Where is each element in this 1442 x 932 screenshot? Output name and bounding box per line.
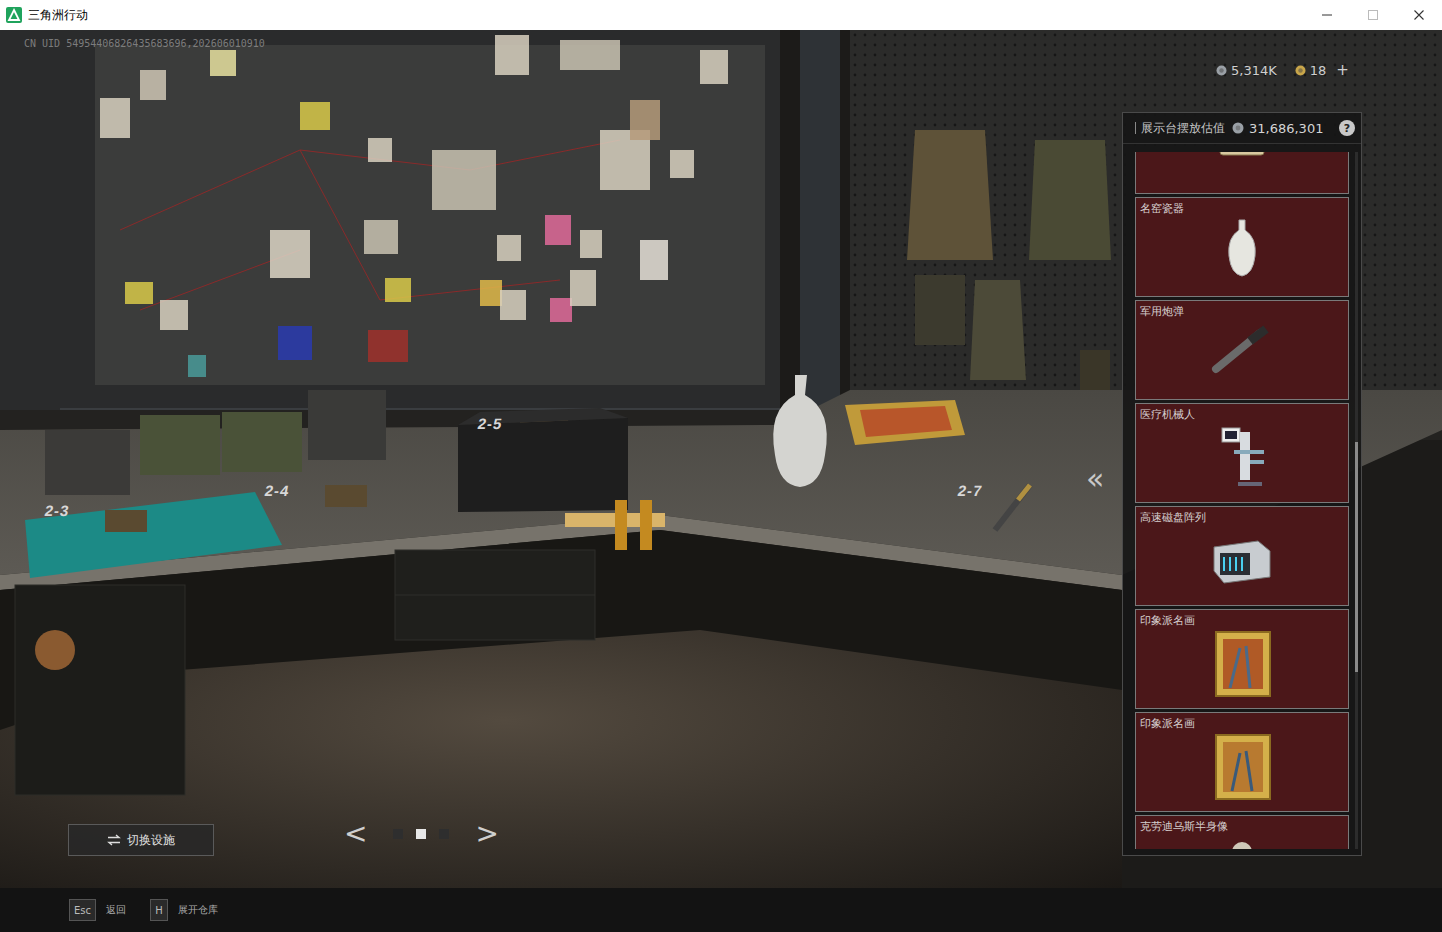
gold-coin-icon [1295, 65, 1306, 76]
item-name: 印象派名画 [1140, 613, 1195, 628]
item-name: 克劳迪乌斯半身像 [1140, 819, 1228, 834]
display-value-panel: 展示台摆放估值 31,686,301? 名窑瓷器军用炮弹医疗机械人高速磁盘阵列印象派… [1122, 112, 1362, 856]
display-item-card[interactable] [1135, 152, 1349, 194]
collapse-panel-button[interactable]: « [1086, 464, 1104, 494]
maximize-button[interactable] [1350, 0, 1396, 30]
item-list-viewport: 名窑瓷器军用炮弹医疗机械人高速磁盘阵列印象派名画印象派名画克劳迪乌斯半身像 [1135, 152, 1349, 849]
pegboard [800, 30, 1442, 430]
key-action-label: 展开仓库 [178, 903, 218, 917]
display-item-card[interactable]: 名窑瓷器 [1135, 197, 1349, 297]
panel-value: 31,686,301 [1249, 121, 1334, 136]
scrollbar-thumb[interactable] [1355, 442, 1358, 672]
previous-page-button[interactable]: < [344, 820, 367, 848]
panel-body: 名窑瓷器军用炮弹医疗机械人高速磁盘阵列印象派名画印象派名画克劳迪乌斯半身像 [1123, 144, 1361, 855]
slot-label: 2-4 [264, 482, 292, 499]
key-cap[interactable]: Esc [69, 899, 96, 921]
drawers [15, 550, 595, 795]
bust-icon [1210, 832, 1274, 849]
title-bar: 三角洲行动 [0, 0, 1442, 30]
painting-icon [1210, 628, 1274, 700]
panel-header: 展示台摆放估值 31,686,301? [1123, 113, 1361, 144]
switch-label: 切换设施 [127, 832, 175, 849]
maximize-icon [1367, 9, 1379, 21]
minimize-button[interactable] [1304, 0, 1350, 30]
page-navigator: <> [344, 820, 499, 848]
close-icon [1413, 9, 1425, 21]
help-button[interactable]: ? [1339, 120, 1355, 136]
artillery-shell-icon [1210, 319, 1274, 391]
game-view: 2-3 2-4 2-5 2-7 CN UID 54954406826435683696,… [0, 30, 1442, 932]
painting-icon [1210, 731, 1274, 803]
panel-title: 展示台摆放估值 [1141, 120, 1225, 137]
key-cap[interactable]: H [150, 899, 168, 921]
item-name: 高速磁盘阵列 [1140, 510, 1206, 525]
currency-amount: 5,314K [1231, 63, 1277, 78]
item-name: 名窑瓷器 [1140, 201, 1184, 216]
item-name: 印象派名画 [1140, 716, 1195, 731]
slot-label: 2-7 [957, 482, 985, 499]
add-currency-button[interactable]: + [1336, 61, 1349, 79]
header-divider [1135, 122, 1136, 134]
page-dot[interactable] [416, 829, 426, 839]
disk-array-icon [1210, 525, 1274, 597]
scrollbar-track[interactable] [1355, 152, 1358, 849]
key-action-label: 返回 [106, 903, 126, 917]
display-item-card[interactable]: 高速磁盘阵列 [1135, 506, 1349, 606]
page-dot[interactable] [393, 829, 403, 839]
slot-label: 2-5 [477, 415, 505, 432]
swap-arrows-icon [107, 834, 121, 846]
display-item-card[interactable]: 印象派名画 [1135, 609, 1349, 709]
display-item-card[interactable]: 医疗机械人 [1135, 403, 1349, 503]
currency-bar: 5,314K 18 + [1216, 61, 1349, 79]
chip-icon [1210, 152, 1274, 189]
page-dot[interactable] [439, 829, 449, 839]
currency-amount: 18 [1310, 63, 1327, 78]
porcelain-vase-icon [1210, 216, 1274, 288]
display-item-card[interactable]: 印象派名画 [1135, 712, 1349, 812]
footer-bar: Esc 返回 H 展开仓库 [0, 888, 1442, 932]
next-page-button[interactable]: > [475, 820, 498, 848]
silver-coin-icon [1232, 122, 1244, 134]
item-name: 军用炮弹 [1140, 304, 1184, 319]
game-logo-icon [6, 7, 22, 23]
gear-rack [907, 130, 1111, 390]
window-title: 三角洲行动 [28, 7, 1304, 24]
silver-coin-icon [1216, 65, 1227, 76]
item-name: 医疗机械人 [1140, 407, 1195, 422]
medical-robot-icon [1210, 422, 1274, 494]
close-button[interactable] [1396, 0, 1442, 30]
uid-watermark: CN UID 54954406826435683696,202606010910 [24, 38, 265, 49]
map-board [0, 30, 780, 418]
slot-label: 2-3 [44, 502, 72, 519]
desk-items [25, 375, 1030, 578]
display-item-card[interactable]: 克劳迪乌斯半身像 [1135, 815, 1349, 849]
page-dots [393, 829, 449, 839]
switch-facility-button[interactable]: 切换设施 [68, 824, 214, 856]
minimize-icon [1321, 9, 1333, 21]
display-item-card[interactable]: 军用炮弹 [1135, 300, 1349, 400]
item-list: 名窑瓷器军用炮弹医疗机械人高速磁盘阵列印象派名画印象派名画克劳迪乌斯半身像 [1135, 152, 1349, 849]
